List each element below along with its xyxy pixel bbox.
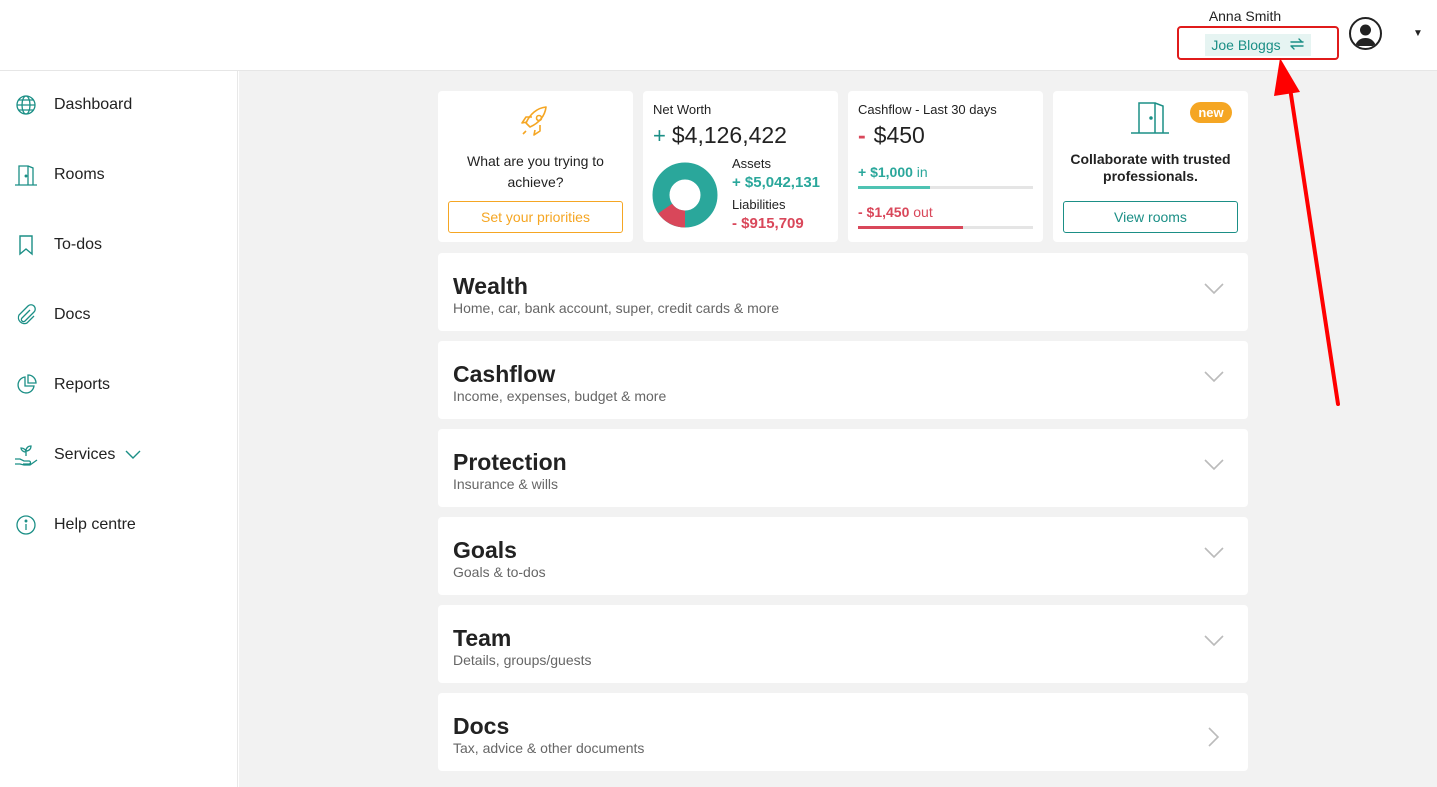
sidebar-item-label: Services <box>54 446 116 463</box>
assets-label: Assets <box>732 156 772 171</box>
chevron-down-icon[interactable] <box>1204 282 1224 300</box>
net-worth-card: Net Worth + $4,126,422 Assets + $5,042,13… <box>643 91 838 242</box>
main-content: What are you trying to achieve? Set your… <box>239 71 1437 787</box>
info-icon <box>14 513 38 537</box>
user-name: Anna Smith <box>1208 8 1282 24</box>
sidebar-item-label: Dashboard <box>54 96 133 113</box>
cashflow-out-track <box>858 226 1033 229</box>
cashflow-out-bar <box>858 226 963 229</box>
section-title: Protection <box>453 449 567 475</box>
rocket-icon <box>518 105 552 144</box>
cashflow-in-amount: + $1,000 <box>858 164 913 180</box>
cashflow-value-row: - $450 <box>858 122 925 149</box>
chevron-down-icon[interactable] <box>1204 458 1224 476</box>
cashflow-in-label: in <box>916 164 928 180</box>
door-icon <box>14 163 38 187</box>
sidebar-item-todos[interactable]: To-dos <box>14 230 102 260</box>
cashflow-card: Cashflow - Last 30 days - $450 + $1,000 i… <box>848 91 1043 242</box>
top-header: Anna Smith Joe Bloggs ▼ <box>0 0 1437 71</box>
annotation-highlight-box: Joe Bloggs <box>1177 26 1339 60</box>
section-title: Wealth <box>453 273 528 299</box>
section-title: Docs <box>453 713 510 739</box>
view-rooms-button[interactable]: View rooms <box>1063 201 1238 233</box>
section-cashflow[interactable]: Cashflow Income, expenses, budget & more <box>438 341 1248 419</box>
cashflow-out-label: out <box>913 204 933 220</box>
section-wealth[interactable]: Wealth Home, car, bank account, super, c… <box>438 253 1248 331</box>
set-priorities-button[interactable]: Set your priorities <box>448 201 623 233</box>
section-subtitle: Goals & to-dos <box>453 564 546 580</box>
section-subtitle: Income, expenses, budget & more <box>453 388 667 404</box>
section-title: Team <box>453 625 512 651</box>
sidebar-item-services[interactable]: Services <box>14 440 141 470</box>
section-docs[interactable]: Docs Tax, advice & other documents <box>438 693 1248 771</box>
bookmark-icon <box>14 233 38 257</box>
user-avatar-icon[interactable] <box>1349 17 1382 50</box>
cashflow-in-bar <box>858 186 930 189</box>
sidebar-item-dashboard[interactable]: Dashboard <box>14 90 132 120</box>
profile-switch-button[interactable]: Joe Bloggs <box>1205 34 1311 56</box>
liabilities-label: Liabilities <box>732 197 786 212</box>
liabilities-value: - $915,709 <box>732 215 804 232</box>
rooms-text: Collaborate with trusted professionals. <box>1070 151 1231 184</box>
account-menu-caret-icon[interactable]: ▼ <box>1413 28 1423 39</box>
swap-arrows-icon <box>1289 34 1305 56</box>
sidebar-item-label: Docs <box>54 306 91 323</box>
sidebar-item-label: Reports <box>54 376 111 393</box>
pie-chart-icon <box>14 373 38 397</box>
section-title: Cashflow <box>453 361 556 387</box>
sidebar-item-reports[interactable]: Reports <box>14 370 110 400</box>
user-switcher: Anna Smith Joe Bloggs <box>1177 6 1340 60</box>
section-subtitle: Details, groups/guests <box>453 652 592 668</box>
sidebar-item-label: Help centre <box>54 516 136 533</box>
priorities-text: What are you trying to achieve? <box>467 153 604 190</box>
cashflow-out-row: - $1,450 out <box>858 204 933 220</box>
cashflow-out-amount: - $1,450 <box>858 204 910 220</box>
section-protection[interactable]: Protection Insurance & wills <box>438 429 1248 507</box>
chevron-down-icon <box>125 450 141 460</box>
cashflow-sign: - <box>858 122 866 148</box>
cashflow-in-row: + $1,000 in <box>858 164 928 180</box>
sidebar-item-rooms[interactable]: Rooms <box>14 160 105 190</box>
section-title: Goals <box>453 537 517 563</box>
section-subtitle: Home, car, bank account, super, credit c… <box>453 300 780 316</box>
net-worth-value: $4,126,422 <box>671 122 787 148</box>
sidebar-item-docs[interactable]: Docs <box>14 300 90 330</box>
cashflow-title: Cashflow - Last 30 days <box>858 102 997 117</box>
rooms-card: new Collaborate with trusted professiona… <box>1053 91 1248 242</box>
assets-value: + $5,042,131 <box>732 174 821 191</box>
paperclip-icon <box>14 303 38 327</box>
chevron-down-icon[interactable] <box>1204 370 1224 388</box>
sidebar-item-label: To-dos <box>54 236 103 253</box>
cashflow-in-track <box>858 186 1033 189</box>
net-worth-value-row: + $4,126,422 <box>653 122 787 149</box>
net-worth-sign: + <box>653 123 666 148</box>
door-icon <box>1129 99 1171 140</box>
net-worth-title: Net Worth <box>653 102 712 117</box>
active-profile-label: Joe Bloggs <box>1211 37 1281 53</box>
plant-hand-icon <box>14 443 38 467</box>
globe-icon <box>14 93 38 117</box>
chevron-down-icon[interactable] <box>1204 634 1224 652</box>
sidebar-item-label: Rooms <box>54 166 105 183</box>
net-worth-donut-chart <box>652 162 718 228</box>
sidebar-item-help-centre[interactable]: Help centre <box>14 510 136 540</box>
section-subtitle: Tax, advice & other documents <box>453 740 645 756</box>
section-team[interactable]: Team Details, groups/guests <box>438 605 1248 683</box>
sidebar: Dashboard Rooms To-dos Docs Reports Serv… <box>0 71 238 787</box>
chevron-down-icon[interactable] <box>1204 546 1224 564</box>
cashflow-value: $450 <box>873 122 925 148</box>
priorities-card: What are you trying to achieve? Set your… <box>438 91 633 242</box>
chevron-right-icon[interactable] <box>1208 727 1220 752</box>
section-goals[interactable]: Goals Goals & to-dos <box>438 517 1248 595</box>
section-subtitle: Insurance & wills <box>453 476 559 492</box>
new-badge: new <box>1190 102 1232 123</box>
